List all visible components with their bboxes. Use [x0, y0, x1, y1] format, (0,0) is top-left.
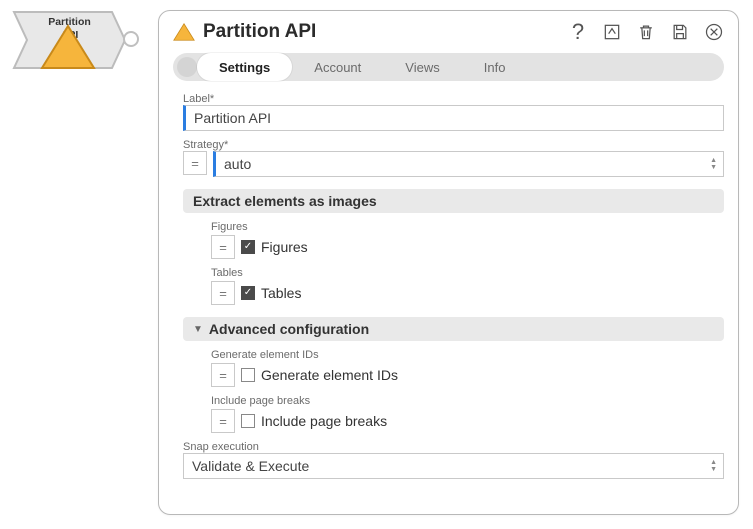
export-icon[interactable]	[602, 22, 622, 42]
snap-field-title: Snap execution	[183, 441, 724, 453]
section-advanced-configuration[interactable]: ▼ Advanced configuration	[183, 317, 724, 341]
trash-icon[interactable]	[636, 22, 656, 42]
snap-execution-select[interactable]: Validate & Execute ▲▼	[183, 453, 724, 479]
strategy-field-title: Strategy*	[183, 139, 724, 151]
pagebreaks-field-title: Include page breaks	[211, 395, 724, 407]
triangle-icon	[40, 24, 96, 70]
tables-checkbox-label: Tables	[261, 285, 301, 301]
tables-checkbox[interactable]	[241, 286, 255, 300]
pagebreaks-checkbox-label: Include page breaks	[261, 413, 387, 429]
pagebreaks-checkbox[interactable]	[241, 414, 255, 428]
genids-expression-button[interactable]: =	[211, 363, 235, 387]
canvas-node-partition-api[interactable]: Partition API	[12, 10, 127, 70]
tab-lead-indicator	[177, 57, 197, 77]
pagebreaks-expression-button[interactable]: =	[211, 409, 235, 433]
genids-field-title: Generate element IDs	[211, 349, 724, 361]
figures-expression-button[interactable]: =	[211, 235, 235, 259]
strategy-select-value: auto	[224, 156, 251, 172]
tab-account[interactable]: Account	[292, 53, 383, 81]
tab-info[interactable]: Info	[462, 53, 528, 81]
triangle-icon	[173, 21, 195, 43]
figures-checkbox-label: Figures	[261, 239, 308, 255]
strategy-expression-button[interactable]: =	[183, 151, 207, 175]
genids-checkbox[interactable]	[241, 368, 255, 382]
chevron-down-icon: ▼	[193, 324, 203, 335]
save-icon[interactable]	[670, 22, 690, 42]
section-extract-elements[interactable]: Extract elements as images	[183, 189, 724, 213]
tab-bar: Settings Account Views Info	[173, 53, 724, 81]
tab-views[interactable]: Views	[383, 53, 461, 81]
panel-title: Partition API	[203, 21, 316, 43]
label-field-title: Label*	[183, 93, 724, 105]
label-input[interactable]	[183, 105, 724, 131]
tables-expression-button[interactable]: =	[211, 281, 235, 305]
snap-execution-value: Validate & Execute	[192, 458, 309, 474]
chevron-updown-icon: ▲▼	[710, 158, 717, 171]
genids-checkbox-label: Generate element IDs	[261, 367, 398, 383]
close-icon[interactable]	[704, 22, 724, 42]
properties-panel: Partition API ? Settings Account Views I…	[158, 10, 739, 515]
panel-body: Label* Strategy* = auto ▲▼ Extract eleme…	[159, 81, 738, 514]
strategy-select[interactable]: auto ▲▼	[213, 151, 724, 177]
tab-settings[interactable]: Settings	[197, 53, 292, 81]
help-icon[interactable]: ?	[568, 22, 588, 42]
figures-checkbox[interactable]	[241, 240, 255, 254]
panel-header: Partition API ?	[159, 11, 738, 49]
figures-field-title: Figures	[211, 221, 724, 233]
chevron-updown-icon: ▲▼	[710, 460, 717, 473]
tables-field-title: Tables	[211, 267, 724, 279]
node-output-port[interactable]	[123, 31, 139, 47]
